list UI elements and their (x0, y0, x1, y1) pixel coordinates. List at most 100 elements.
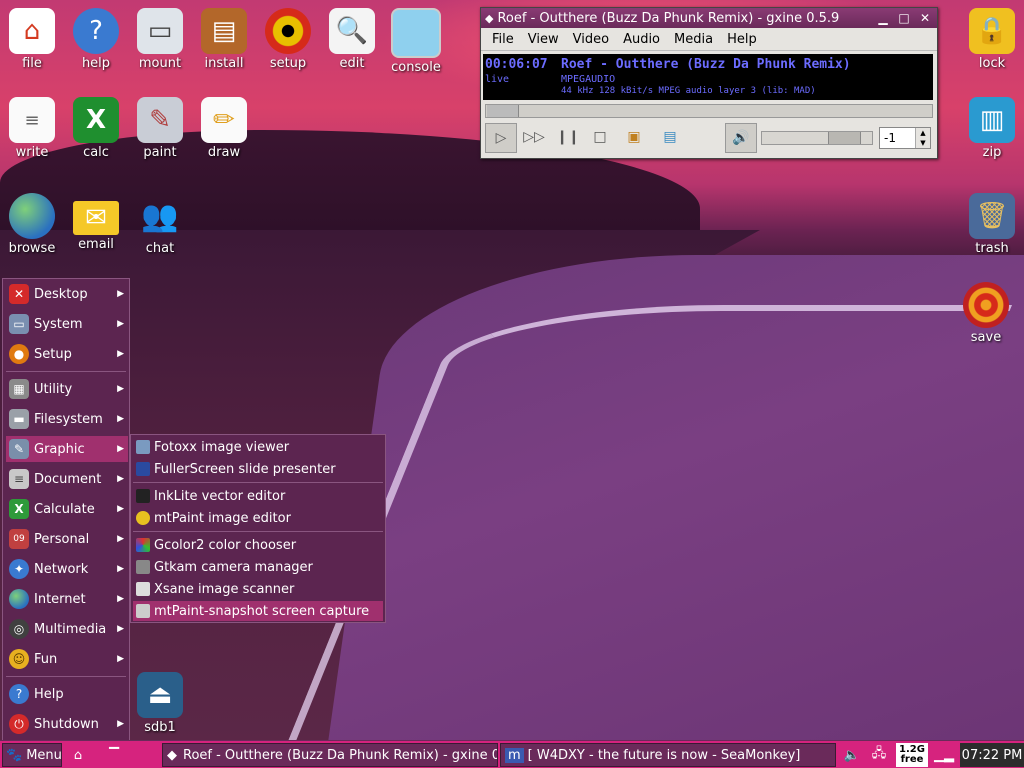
menu-video[interactable]: Video (566, 32, 616, 47)
menu-item-document[interactable]: ≡ Document ▶ (6, 466, 128, 492)
menu-item-desktop[interactable]: ✕ Desktop ▶ (6, 281, 128, 307)
desktop-icon-lock[interactable]: 🔒 lock (960, 8, 1024, 71)
menu-audio[interactable]: Audio (616, 32, 667, 47)
task-seamonkey[interactable]: m [ W4DXY - the future is now - SeaMonke… (500, 743, 836, 767)
show-desktop-button[interactable]: ⌂ (66, 743, 90, 767)
stop-button[interactable]: □ (585, 123, 615, 151)
menu-item-graphic[interactable]: ✎ Graphic ▶ (6, 436, 128, 462)
desktop-icon-label: sdb1 (144, 720, 176, 735)
task-gxine[interactable]: ◆ Roef - Outthere (Buzz Da Phunk Remix) … (162, 743, 498, 767)
menu-item-calculate[interactable]: X Calculate ▶ (6, 496, 128, 522)
submenu-arrow-icon: ▶ (117, 654, 124, 664)
submenu-item-gtkam[interactable]: Gtkam camera manager (133, 557, 383, 577)
network-tray-icon[interactable]: 🖧 (868, 743, 890, 767)
menu-media[interactable]: Media (667, 32, 720, 47)
desktop-icon-browse[interactable]: browse (0, 193, 64, 256)
gxine-titlebar[interactable]: ◆ Roef - Outthere (Buzz Da Phunk Remix) … (481, 8, 937, 28)
desktop-icon-write[interactable]: ≡ write (0, 97, 64, 160)
desktop-icon-edit[interactable]: 🔍 edit (320, 8, 384, 71)
submenu-item-mtpaint[interactable]: mtPaint image editor (133, 508, 383, 528)
spin-down-icon[interactable]: ▼ (920, 139, 925, 147)
menu-separator (6, 676, 126, 677)
audio-channel-spinner[interactable]: -1 ▲ ▼ (879, 127, 931, 149)
gxine-window: ◆ Roef - Outthere (Buzz Da Phunk Remix) … (480, 7, 938, 159)
desktop-icon-mount[interactable]: ▭ mount (128, 8, 192, 71)
menu-item-label: Calculate (34, 501, 95, 517)
document-magnifier-icon: 🔍 (329, 8, 375, 54)
submenu-item-mtpaint-snapshot[interactable]: mtPaint-snapshot screen capture (133, 601, 383, 621)
submenu-arrow-icon: ▶ (117, 474, 124, 484)
menu-item-multimedia[interactable]: ◎ Multimedia ▶ (6, 616, 128, 642)
desktop-icon-chat[interactable]: 👥 chat (128, 193, 192, 257)
help-icon: ? (9, 684, 29, 704)
desktop-icon-install[interactable]: ▤ install (192, 8, 256, 71)
playlist-icon: ▣ (627, 129, 641, 145)
close-icon[interactable]: ✕ (916, 10, 934, 26)
menu-item-help[interactable]: ? Help (6, 681, 128, 707)
volume-slider[interactable] (761, 131, 873, 145)
maximize-icon[interactable]: □ (895, 10, 913, 26)
menu-item-system[interactable]: ▭ System ▶ (6, 311, 128, 337)
fast-forward-button[interactable]: ▷▷ (519, 123, 549, 151)
menu-file[interactable]: File (485, 32, 521, 47)
start-menu: ✕ Desktop ▶ ▭ System ▶ ● Setup ▶ ▦ Utility ▶… (2, 278, 130, 742)
playlist-button[interactable]: ▣ (619, 123, 649, 151)
submenu-item-gcolor2[interactable]: Gcolor2 color chooser (133, 535, 383, 555)
desktop-icon-console[interactable]: console (384, 8, 448, 75)
stop-icon: □ (593, 129, 607, 145)
menu-help[interactable]: Help (720, 32, 764, 47)
menu-item-shutdown[interactable]: ⏻ Shutdown ▶ (6, 711, 128, 737)
desktop-icon-trash[interactable]: 🗑 trash (960, 193, 1024, 256)
volume-tray-icon[interactable]: 🔈 (842, 743, 862, 767)
desktop-icon-help[interactable]: ? help (64, 8, 128, 71)
fast-forward-icon: ▷▷ (523, 129, 545, 145)
tray-minimize-button[interactable]: ▔ (104, 743, 124, 767)
desktop-icon-sdb1[interactable]: ⏏ sdb1 (128, 672, 192, 735)
submenu-item-xsane[interactable]: Xsane image scanner (133, 579, 383, 599)
menu-item-internet[interactable]: Internet ▶ (6, 586, 128, 612)
desktop-icon-paint[interactable]: ✎ paint (128, 97, 192, 160)
volume-knob[interactable] (828, 132, 861, 144)
gxine-menubar: File View Video Audio Media Help (481, 28, 937, 51)
menu-item-fun[interactable]: ☺ Fun ▶ (6, 646, 128, 672)
submenu-item-fotoxx[interactable]: Fotoxx image viewer (133, 437, 383, 457)
archive-icon: ▥ (969, 97, 1015, 143)
spinner-arrows[interactable]: ▲ ▼ (915, 128, 930, 148)
submenu-item-inklite[interactable]: InkLite vector editor (133, 486, 383, 506)
menu-item-personal[interactable]: 09 Personal ▶ (6, 526, 128, 552)
menu-item-utility[interactable]: ▦ Utility ▶ (6, 376, 128, 402)
desktop-icon-label: setup (269, 56, 307, 71)
menu-logo-icon: 🐾 (6, 747, 23, 763)
desktop-icon-email[interactable]: ✉ email (64, 193, 128, 252)
desktop-icon-calc[interactable]: X calc (64, 97, 128, 160)
play-button[interactable]: ▷ (485, 123, 517, 153)
menu-view[interactable]: View (521, 32, 566, 47)
mute-button[interactable]: 🔊 (725, 123, 757, 153)
desktop-icon-zip[interactable]: ▥ zip (960, 97, 1024, 160)
seek-slider[interactable] (485, 104, 933, 118)
pause-icon: ❙❙ (556, 129, 580, 145)
clock[interactable]: 07:22 PM (960, 743, 1024, 767)
desktop-icon-file[interactable]: ⌂ file (0, 8, 64, 71)
menu-item-filesystem[interactable]: ▬ Filesystem ▶ (6, 406, 128, 432)
seek-knob[interactable] (487, 105, 520, 117)
settings-button[interactable]: ▤ (655, 123, 685, 151)
submenu-arrow-icon: ▶ (117, 349, 124, 359)
menu-item-label: Network (34, 561, 89, 577)
desktop-icon-label: trash (975, 241, 1009, 256)
spin-up-icon[interactable]: ▲ (920, 129, 925, 137)
desktop-icon-setup[interactable]: setup (256, 8, 320, 71)
submenu-arrow-icon: ▶ (117, 564, 124, 574)
network-icon: ✦ (9, 559, 29, 579)
start-menu-button[interactable]: 🐾 Menu (2, 743, 62, 767)
submenu-item-fullerscreen[interactable]: FullerScreen slide presenter (133, 459, 383, 479)
pause-button[interactable]: ❙❙ (553, 123, 583, 151)
minimize-icon[interactable]: ▁ (874, 10, 892, 26)
desktop-icon-label: edit (339, 56, 365, 71)
menu-item-setup[interactable]: ● Setup ▶ (6, 341, 128, 367)
desktop-icon-save[interactable]: save (954, 282, 1018, 345)
desktop-icon-draw[interactable]: ✏ draw (192, 97, 256, 160)
document-icon: ≡ (9, 469, 29, 489)
desktop-icon-label: chat (145, 241, 175, 256)
menu-item-network[interactable]: ✦ Network ▶ (6, 556, 128, 582)
